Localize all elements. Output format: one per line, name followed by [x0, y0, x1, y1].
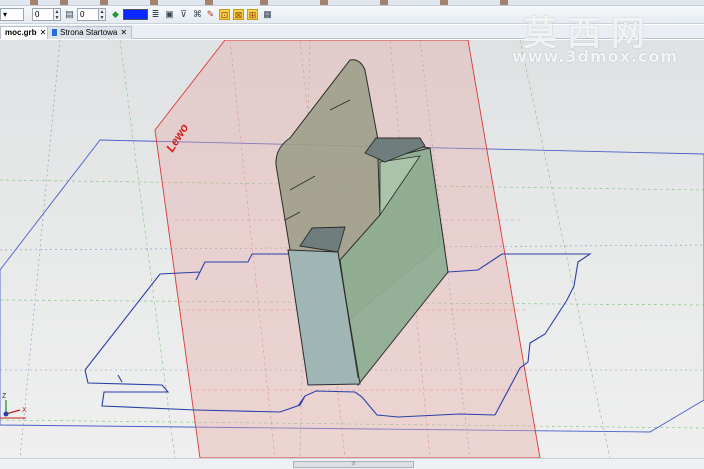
snap-icon-a[interactable]: ⊠ — [233, 9, 244, 20]
offset-spinner[interactable]: ▲ ▼ — [99, 8, 106, 21]
tab-start-page[interactable]: Strona Startowa ✕ — [47, 26, 133, 39]
tools-icon[interactable]: ✎ — [205, 9, 216, 20]
option-icon[interactable]: ▦ — [262, 9, 273, 20]
axis-z-label: Z — [2, 393, 7, 400]
select-highlight-icon[interactable]: ⊡ — [219, 9, 230, 20]
watermark-url: www.3dmox.com — [512, 47, 679, 66]
scrollbar-thumb[interactable]: ⦙⦙⦙ — [293, 461, 414, 468]
window-icon[interactable]: ▣ — [164, 9, 175, 20]
axis-x-label: X — [22, 407, 27, 414]
scene-canvas[interactable]: Lewo Z X — [0, 40, 704, 458]
style-dropdown[interactable]: ▾ — [0, 8, 24, 21]
width-input[interactable]: 0 — [32, 8, 54, 21]
3d-viewport[interactable]: Lewo Z X — [0, 40, 704, 458]
tab-moc-grb[interactable]: moc.grb ✕ — [0, 26, 52, 39]
snap-icon-b[interactable]: ⊞ — [247, 9, 258, 20]
offset-input[interactable]: 0 — [77, 8, 99, 21]
layer-icon[interactable]: ▤ — [64, 9, 75, 20]
list-icon[interactable]: ≣ — [150, 9, 161, 20]
layer-color-swatch[interactable] — [123, 9, 148, 20]
axis-indicator: Z X — [0, 393, 27, 419]
horizontal-scrollbar[interactable]: ⦙⦙⦙ — [0, 458, 704, 469]
filter-icon[interactable]: ⊽ — [178, 9, 189, 20]
flag-icon — [52, 29, 57, 36]
close-icon[interactable]: ✕ — [120, 27, 127, 39]
tree-icon[interactable]: ⌘ — [192, 9, 203, 20]
tab-label: moc.grb — [5, 28, 37, 37]
width-spinner[interactable]: ▲ ▼ — [54, 8, 61, 21]
tab-label: Strona Startowa — [60, 28, 118, 37]
color-picker-icon[interactable]: ◆ — [110, 9, 121, 20]
close-icon[interactable]: ✕ — [40, 27, 47, 39]
